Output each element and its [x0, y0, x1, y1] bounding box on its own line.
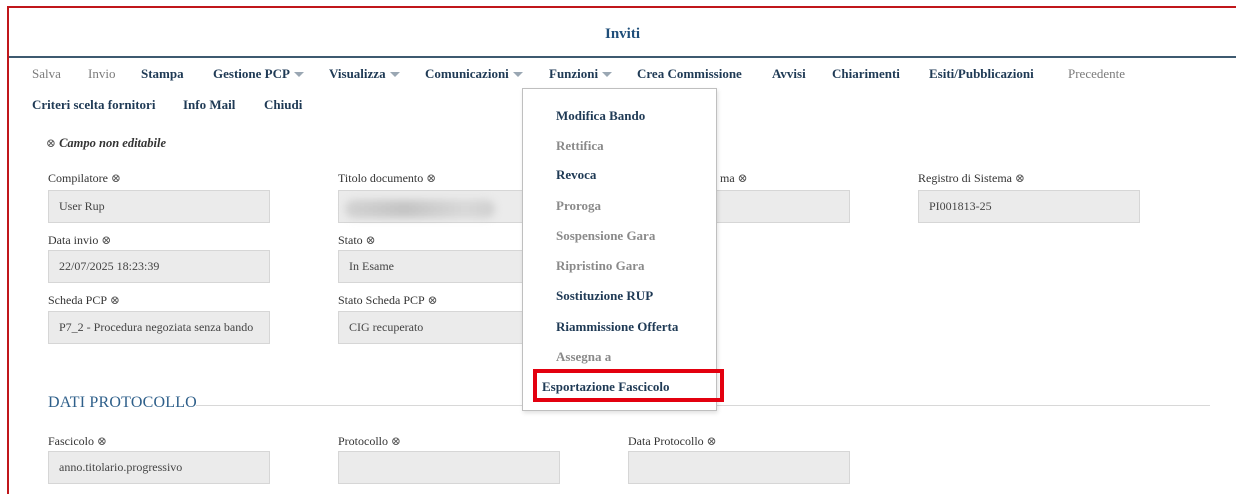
chevron-down-icon [389, 71, 400, 77]
fascicolo-label-text: Fascicolo [48, 434, 94, 448]
data-invio-label: Data invio ⊗ [48, 233, 111, 248]
chevron-down-icon [512, 71, 523, 77]
gestione-pcp-label: Gestione PCP [213, 66, 290, 81]
non-editable-icon: ⊗ [46, 136, 57, 150]
non-editable-note-text: Campo non editabile [59, 136, 167, 150]
compilatore-label: Compilatore ⊗ [48, 171, 121, 186]
scheda-pcp-label: Scheda PCP ⊗ [48, 293, 120, 308]
funzioni-label: Funzioni [549, 66, 599, 81]
data-protocollo-label: Data Protocollo ⊗ [628, 434, 717, 449]
menu-item-proroga[interactable]: Proroga [556, 198, 601, 214]
menu-item-revoca[interactable]: Revoca [556, 167, 596, 183]
visualizza-label: Visualizza [329, 66, 386, 81]
non-editable-icon: ⊗ [737, 171, 748, 185]
crea-commissione-button[interactable]: Crea Commissione [637, 66, 742, 82]
info-mail-button[interactable]: Info Mail [183, 97, 235, 113]
visualizza-menu[interactable]: Visualizza [329, 66, 400, 82]
menu-item-esportazione-fascicolo[interactable]: Esportazione Fascicolo [542, 379, 669, 395]
gestione-pcp-menu[interactable]: Gestione PCP [213, 66, 304, 82]
non-editable-icon: ⊗ [101, 233, 112, 247]
stato-label-text: Stato [338, 233, 363, 247]
menu-item-assegna-a[interactable]: Assegna a [556, 349, 611, 365]
protocollo-label: Protocollo ⊗ [338, 434, 401, 449]
protocollo-sistema-label: ma ⊗ [720, 171, 748, 186]
non-editable-note: ⊗ Campo non editabile [46, 136, 166, 151]
menu-item-modifica-bando[interactable]: Modifica Bando [556, 108, 645, 124]
invio-button[interactable]: Invio [88, 66, 115, 82]
menu-item-ripristino-gara[interactable]: Ripristino Gara [556, 258, 644, 274]
data-invio-label-text: Data invio [48, 233, 99, 247]
scheda-pcp-label-text: Scheda PCP [48, 293, 108, 307]
compilatore-label-text: Compilatore [48, 171, 108, 185]
registro-sistema-field: PI001813-25 [918, 190, 1140, 223]
comunicazioni-label: Comunicazioni [425, 66, 509, 81]
comunicazioni-menu[interactable]: Comunicazioni [425, 66, 523, 82]
data-invio-field: 22/07/2025 18:23:39 [48, 250, 270, 283]
data-protocollo-label-text: Data Protocollo [628, 434, 704, 448]
non-editable-icon: ⊗ [391, 434, 402, 448]
non-editable-icon: ⊗ [365, 233, 376, 247]
fascicolo-label: Fascicolo ⊗ [48, 434, 107, 449]
titolo-documento-label-text: Titolo documento [338, 171, 424, 185]
save-button[interactable]: Salva [32, 66, 61, 82]
non-editable-icon: ⊗ [111, 171, 122, 185]
non-editable-icon: ⊗ [426, 171, 437, 185]
chiudi-button[interactable]: Chiudi [264, 97, 302, 113]
data-protocollo-field [628, 451, 850, 484]
non-editable-icon: ⊗ [706, 434, 717, 448]
non-editable-icon: ⊗ [97, 434, 108, 448]
stato-label: Stato ⊗ [338, 233, 376, 248]
redacted-value [345, 200, 495, 218]
compilatore-field: User Rup [48, 190, 270, 223]
page-title: Inviti [604, 26, 640, 42]
stampa-button[interactable]: Stampa [141, 66, 184, 82]
menu-item-sospensione-gara[interactable]: Sospensione Gara [556, 228, 655, 244]
menu-item-riammissione-offerta[interactable]: Riammissione Offerta [556, 319, 678, 335]
funzioni-menu[interactable]: Funzioni [549, 66, 613, 82]
protocollo-sistema-label-text: ma [720, 171, 735, 185]
menu-item-sostituzione-rup[interactable]: Sostituzione RUP [556, 288, 653, 304]
protocollo-label-text: Protocollo [338, 434, 388, 448]
non-editable-icon: ⊗ [427, 293, 438, 307]
window-title-bar: Inviti [9, 8, 1236, 58]
avvisi-button[interactable]: Avvisi [772, 66, 806, 82]
esiti-pubblicazioni-button[interactable]: Esiti/Pubblicazioni [929, 66, 1034, 82]
chevron-down-icon [293, 71, 304, 77]
non-editable-icon: ⊗ [110, 293, 121, 307]
registro-sistema-label-text: Registro di Sistema [918, 171, 1012, 185]
titolo-documento-label: Titolo documento ⊗ [338, 171, 436, 186]
scheda-pcp-field: P7_2 - Procedura negoziata senza bando [48, 311, 270, 344]
stato-scheda-pcp-label: Stato Scheda PCP ⊗ [338, 293, 438, 308]
fascicolo-field: anno.titolario.progressivo [48, 451, 270, 484]
menu-item-rettifica[interactable]: Rettifica [556, 138, 604, 154]
funzioni-dropdown-menu: Modifica Bando Rettifica Revoca Proroga … [522, 88, 717, 411]
stato-scheda-pcp-label-text: Stato Scheda PCP [338, 293, 425, 307]
precedente-button[interactable]: Precedente [1068, 66, 1125, 82]
chevron-down-icon [602, 71, 613, 77]
registro-sistema-label: Registro di Sistema ⊗ [918, 171, 1025, 186]
chiarimenti-button[interactable]: Chiarimenti [832, 66, 900, 82]
section-title: DATI PROTOCOLLO [48, 394, 197, 411]
protocollo-field [338, 451, 560, 484]
non-editable-icon: ⊗ [1015, 171, 1026, 185]
criteri-scelta-fornitori-button[interactable]: Criteri scelta fornitori [32, 97, 155, 113]
